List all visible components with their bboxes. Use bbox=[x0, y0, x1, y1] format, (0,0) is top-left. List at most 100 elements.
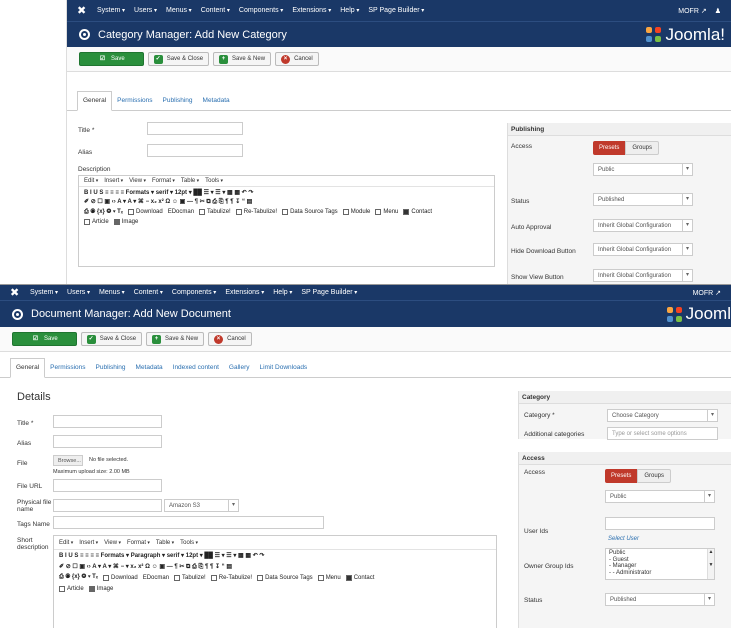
misc-buttons[interactable]: ⎙ ◉ {x} ❂ ▾ Tₓ bbox=[84, 209, 123, 216]
tab-metadata-2[interactable]: Metadata bbox=[131, 364, 168, 377]
contact-button[interactable]: Contact bbox=[403, 209, 432, 215]
select-user-link[interactable]: Select User bbox=[608, 536, 639, 542]
menu-help-2[interactable]: Help bbox=[273, 289, 292, 296]
insert-buttons[interactable]: ✐ ⊘ ☐ ▣ ‹› A ▾ A ▾ ⌘ − x₂ x² Ω ☺ ▣ — ¶ ✂… bbox=[84, 198, 252, 206]
alias-input[interactable] bbox=[147, 144, 243, 157]
title-input[interactable] bbox=[147, 122, 243, 135]
title-input-2[interactable] bbox=[53, 415, 162, 428]
save-button-2[interactable]: ☑ Save bbox=[12, 332, 77, 346]
browse-button[interactable]: Browse... bbox=[53, 455, 83, 466]
category-select[interactable]: Choose Category bbox=[607, 409, 718, 422]
user-ids-input[interactable] bbox=[605, 517, 715, 530]
access-select-2[interactable]: Public bbox=[605, 490, 715, 503]
menu-system-2[interactable]: System bbox=[30, 289, 58, 296]
menu-help[interactable]: Help bbox=[340, 7, 359, 14]
editor-menu-edit-2[interactable]: Edit bbox=[59, 540, 73, 546]
physical-file-input[interactable] bbox=[53, 499, 162, 512]
tab-general-2[interactable]: General bbox=[10, 358, 46, 378]
menu-components-2[interactable]: Components bbox=[172, 289, 216, 296]
editor-menu-table[interactable]: Table bbox=[181, 178, 199, 184]
tabulize-button-2[interactable]: Tabulize! bbox=[174, 574, 206, 581]
show-view-select[interactable]: Inherit Global Configuration bbox=[593, 269, 693, 282]
edocman-button-2[interactable]: EDocman bbox=[143, 575, 169, 581]
menu-button-2[interactable]: Menu bbox=[317, 574, 341, 581]
data-source-tags-button[interactable]: Data Source Tags bbox=[282, 209, 338, 215]
module-button[interactable]: Module bbox=[342, 209, 370, 215]
save-new-button-2[interactable]: + Save & New bbox=[146, 332, 205, 346]
insert-buttons-2[interactable]: ✐ ⊘ ☐ ▣ ‹› A ▾ A ▾ ⌘ − ▾ x₂ x² Ω ☺ ▣ — ¶… bbox=[59, 563, 232, 571]
cancel-button-2[interactable]: × Cancel bbox=[208, 332, 252, 346]
tags-input[interactable] bbox=[53, 516, 324, 529]
menu-system[interactable]: System bbox=[97, 7, 125, 14]
groups-toggle-2[interactable]: Groups bbox=[637, 469, 672, 483]
editor-menu-view[interactable]: View bbox=[129, 178, 146, 184]
editor-toolbar-row-2[interactable]: ✐ ⊘ ☐ ▣ ‹› A ▾ A ▾ ⌘ − x₂ x² Ω ☺ ▣ — ¶ ✂… bbox=[79, 197, 494, 207]
menu-content[interactable]: Content bbox=[201, 7, 230, 14]
status-select[interactable]: Published bbox=[593, 193, 693, 206]
image-button-2[interactable]: Image bbox=[88, 585, 113, 592]
editor-menu-view-2[interactable]: View bbox=[104, 540, 121, 546]
tab-limit-downloads[interactable]: Limit Downloads bbox=[255, 364, 313, 377]
access-select[interactable]: Public bbox=[593, 163, 693, 176]
edocman-button[interactable]: EDocman bbox=[168, 209, 194, 215]
joomla-logo-icon-2[interactable]: ✖ bbox=[10, 287, 22, 299]
format-buttons-2[interactable]: B I U S ≡ ≡ ≡ ≡ Formats ▾ Paragraph ▾ se… bbox=[59, 552, 264, 559]
editor-menu-insert-2[interactable]: Insert bbox=[79, 540, 98, 546]
editor-menu-format[interactable]: Format bbox=[152, 178, 175, 184]
contact-button-2[interactable]: Contact bbox=[345, 574, 374, 581]
editor-menu-insert[interactable]: Insert bbox=[104, 178, 123, 184]
menu-components[interactable]: Components bbox=[239, 7, 283, 14]
owner-group-option[interactable]: - - Administrator bbox=[609, 570, 711, 577]
menu-menus[interactable]: Menus bbox=[166, 7, 192, 14]
tabulize-button[interactable]: Tabulize! bbox=[199, 209, 231, 215]
short-description-editor[interactable]: Edit Insert View Format Table Tools B I … bbox=[53, 535, 497, 628]
menu-extensions[interactable]: Extensions bbox=[292, 7, 331, 14]
tab-publishing-2[interactable]: Publishing bbox=[91, 364, 131, 377]
tab-publishing[interactable]: Publishing bbox=[158, 97, 198, 110]
menu-menus-2[interactable]: Menus bbox=[99, 289, 125, 296]
download-button-2[interactable]: Download bbox=[103, 574, 138, 581]
tab-indexed-content[interactable]: Indexed content bbox=[168, 364, 224, 377]
site-link-2[interactable]: MOFR ↗ bbox=[693, 289, 721, 297]
cancel-button[interactable]: × Cancel bbox=[275, 52, 319, 66]
editor-menu-format-2[interactable]: Format bbox=[127, 540, 150, 546]
joomla-logo-icon[interactable]: ✖ bbox=[77, 5, 89, 17]
tab-permissions-2[interactable]: Permissions bbox=[45, 364, 90, 377]
re-tabulize-button-2[interactable]: Re-Tabulize! bbox=[210, 574, 252, 581]
menu-users[interactable]: Users bbox=[134, 7, 157, 14]
tab-gallery[interactable]: Gallery bbox=[224, 364, 255, 377]
tab-metadata[interactable]: Metadata bbox=[198, 97, 235, 110]
alias-input-2[interactable] bbox=[53, 435, 162, 448]
editor-menu-tools-2[interactable]: Tools bbox=[180, 540, 198, 546]
editor-toolbar-row-1[interactable]: B I U S ≡ ≡ ≡ ≡ Formats ▾ serif ▾ 12pt ▾… bbox=[79, 187, 494, 197]
save-close-button[interactable]: ✓ Save & Close bbox=[147, 52, 210, 66]
additional-categories-input[interactable]: Type or select some options bbox=[607, 427, 718, 440]
menu-extensions-2[interactable]: Extensions bbox=[225, 289, 264, 296]
hide-download-select[interactable]: Inherit Global Configuration bbox=[593, 243, 693, 256]
save-new-button[interactable]: + Save & New bbox=[213, 52, 272, 66]
menu-users-2[interactable]: Users bbox=[67, 289, 90, 296]
editor-menu-table-2[interactable]: Table bbox=[156, 540, 174, 546]
menu-content-2[interactable]: Content bbox=[134, 289, 163, 296]
editor-toolbar-row-2-2[interactable]: ✐ ⊘ ☐ ▣ ‹› A ▾ A ▾ ⌘ − ▾ x₂ x² Ω ☺ ▣ — ¶… bbox=[54, 561, 496, 572]
auto-approval-select[interactable]: Inherit Global Configuration bbox=[593, 219, 693, 232]
menu-sp-page-builder-2[interactable]: SP Page Builder bbox=[301, 289, 357, 296]
storage-select[interactable]: Amazon S3 bbox=[164, 499, 239, 512]
misc-buttons-2[interactable]: ⎙ ◉ {x} ❂ ▾ Tₓ bbox=[59, 574, 98, 581]
owner-group-listbox[interactable]: Public - Guest - Manager - - Administrat… bbox=[605, 548, 715, 580]
article-button-2[interactable]: Article bbox=[59, 585, 84, 592]
status-select-2[interactable]: Published bbox=[605, 593, 715, 606]
presets-toggle-2[interactable]: Presets bbox=[605, 469, 638, 483]
image-button[interactable]: Image bbox=[113, 219, 138, 225]
description-editor[interactable]: Edit Insert View Format Table Tools B I … bbox=[78, 175, 495, 267]
save-button[interactable]: ☑ Save bbox=[79, 52, 144, 66]
data-source-tags-button-2[interactable]: Data Source Tags bbox=[257, 574, 313, 581]
editor-menu-edit[interactable]: Edit bbox=[84, 178, 98, 184]
file-url-input[interactable] bbox=[53, 479, 162, 492]
format-buttons[interactable]: B I U S ≡ ≡ ≡ ≡ Formats ▾ serif ▾ 12pt ▾… bbox=[84, 189, 253, 196]
save-close-button-2[interactable]: ✓ Save & Close bbox=[80, 332, 143, 346]
editor-toolbar-row-1-2[interactable]: B I U S ≡ ≡ ≡ ≡ Formats ▾ Paragraph ▾ se… bbox=[54, 550, 496, 561]
menu-sp-page-builder[interactable]: SP Page Builder bbox=[368, 7, 424, 14]
download-button[interactable]: Download bbox=[128, 209, 163, 215]
menu-button[interactable]: Menu bbox=[375, 209, 398, 215]
